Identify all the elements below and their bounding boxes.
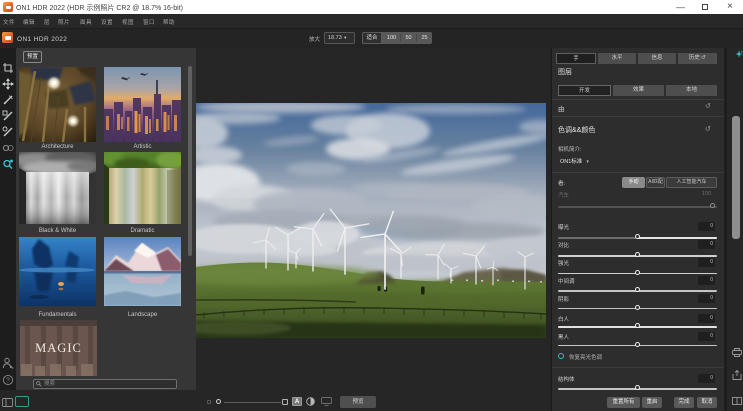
svg-text:?: ? <box>6 377 10 384</box>
svg-text:MAGIC: MAGIC <box>35 341 82 355</box>
